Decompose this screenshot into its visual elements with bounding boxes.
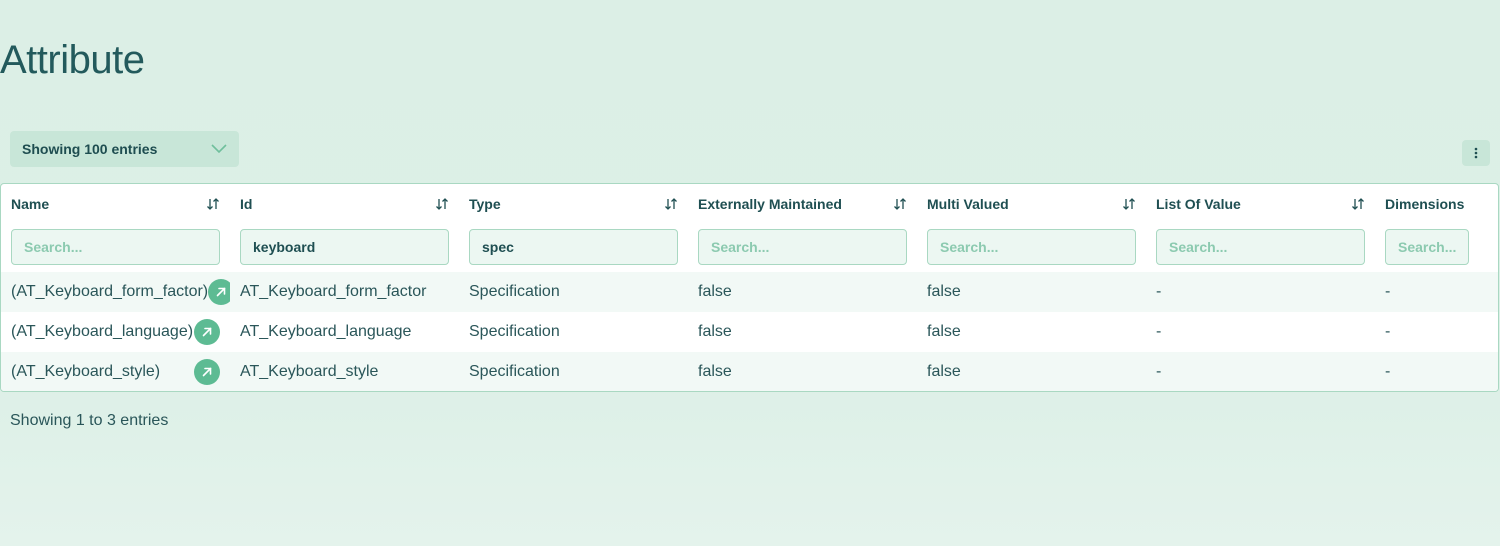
cell-text: AT_Keyboard_style	[240, 363, 379, 380]
table-body: (AT_Keyboard_form_factor) AT_Keyboard_for…	[1, 272, 1498, 391]
filter-cell	[917, 229, 1146, 265]
open-link-icon[interactable]	[194, 319, 220, 345]
cell-name: (AT_Keyboard_language)	[1, 319, 230, 345]
filter-input-type[interactable]	[469, 229, 678, 265]
column-header-label: Type	[469, 196, 501, 212]
table-row[interactable]: (AT_Keyboard_style) AT_Keyboard_style Spec…	[1, 352, 1498, 391]
filter-input-list-of-value[interactable]	[1156, 229, 1365, 265]
sort-icon[interactable]	[435, 197, 449, 211]
column-header-list-of-value[interactable]: List Of Value	[1146, 196, 1375, 212]
cell-type: Specification	[459, 283, 688, 301]
cell-externally-maintained: false	[688, 283, 917, 301]
column-header-label: List Of Value	[1156, 196, 1241, 212]
cell-text: (AT_Keyboard_form_factor)	[11, 283, 209, 300]
page-title: Attribute	[0, 38, 145, 82]
cell-text: (AT_Keyboard_style)	[11, 363, 161, 380]
column-header-dimensions[interactable]: Dimensions	[1375, 196, 1498, 212]
open-link-icon[interactable]	[194, 359, 220, 385]
filter-input-dimensions[interactable]	[1385, 229, 1469, 265]
filter-cell	[1, 229, 230, 265]
cell-text: -	[1385, 283, 1391, 300]
cell-text: AT_Keyboard_form_factor	[240, 283, 427, 300]
cell-list-of-value: -	[1146, 363, 1375, 381]
chevron-down-icon	[211, 141, 227, 157]
cell-list-of-value: -	[1146, 283, 1375, 301]
column-header-id[interactable]: Id	[230, 196, 459, 212]
filter-cell	[459, 229, 688, 265]
column-header-label: Externally Maintained	[698, 196, 842, 212]
filter-input-name[interactable]	[11, 229, 220, 265]
cell-multi-valued: false	[917, 323, 1146, 341]
table-filter-row	[1, 224, 1498, 272]
sort-icon[interactable]	[1122, 197, 1136, 211]
cell-text: false	[698, 323, 732, 340]
cell-dimensions: -	[1375, 283, 1498, 301]
entries-per-page-select[interactable]: Showing 100 entries	[10, 131, 239, 167]
column-header-multi-valued[interactable]: Multi Valued	[917, 196, 1146, 212]
filter-input-multi-valued[interactable]	[927, 229, 1136, 265]
cell-externally-maintained: false	[688, 323, 917, 341]
cell-text: Specification	[469, 323, 560, 340]
cell-text: false	[698, 363, 732, 380]
cell-text: Specification	[469, 283, 560, 300]
sort-icon[interactable]	[664, 197, 678, 211]
cell-name: (AT_Keyboard_style)	[1, 359, 230, 385]
filter-cell	[688, 229, 917, 265]
sort-icon[interactable]	[893, 197, 907, 211]
column-header-label: Name	[11, 196, 50, 212]
column-header-label: Multi Valued	[927, 196, 1009, 212]
cell-text: false	[927, 363, 961, 380]
column-header-externally-maintained[interactable]: Externally Maintained	[688, 196, 917, 212]
cell-multi-valued: false	[917, 283, 1146, 301]
cell-name: (AT_Keyboard_form_factor)	[1, 279, 230, 305]
cell-text: Specification	[469, 363, 560, 380]
column-header-label: Id	[240, 196, 253, 212]
cell-text: -	[1385, 363, 1391, 380]
cell-text: -	[1156, 323, 1162, 340]
filter-input-externally-maintained[interactable]	[698, 229, 907, 265]
filter-cell	[1375, 229, 1498, 265]
more-options-button[interactable]	[1462, 140, 1490, 166]
cell-dimensions: -	[1375, 363, 1498, 381]
entries-select-label: Showing 100 entries	[22, 141, 158, 157]
cell-text: -	[1156, 363, 1162, 380]
cell-text: -	[1385, 323, 1391, 340]
table-row[interactable]: (AT_Keyboard_form_factor) AT_Keyboard_for…	[1, 272, 1498, 312]
table-row[interactable]: (AT_Keyboard_language) AT_Keyboard_langua…	[1, 312, 1498, 352]
cell-multi-valued: false	[917, 363, 1146, 381]
open-link-icon[interactable]	[208, 279, 230, 305]
vertical-dots-icon	[1474, 147, 1478, 159]
column-header-name[interactable]: Name	[1, 196, 230, 212]
table-header-row: Name Id Type Externally Maintained Multi Val…	[1, 184, 1498, 224]
table-info: Showing 1 to 3 entries	[10, 412, 169, 429]
column-header-label: Dimensions	[1385, 196, 1465, 212]
cell-type: Specification	[459, 323, 688, 341]
cell-list-of-value: -	[1146, 323, 1375, 341]
column-header-type[interactable]: Type	[459, 196, 688, 212]
cell-id: AT_Keyboard_language	[230, 323, 459, 341]
cell-id: AT_Keyboard_style	[230, 363, 459, 381]
cell-text: (AT_Keyboard_language)	[11, 323, 194, 340]
cell-id: AT_Keyboard_form_factor	[230, 283, 459, 301]
cell-externally-maintained: false	[688, 363, 917, 381]
filter-input-id[interactable]	[240, 229, 449, 265]
attribute-table: Name Id Type Externally Maintained Multi Val…	[0, 183, 1499, 392]
sort-icon[interactable]	[206, 197, 220, 211]
cell-type: Specification	[459, 363, 688, 381]
cell-text: -	[1156, 283, 1162, 300]
cell-text: AT_Keyboard_language	[240, 323, 412, 340]
sort-icon[interactable]	[1351, 197, 1365, 211]
cell-text: false	[927, 323, 961, 340]
filter-cell	[230, 229, 459, 265]
filter-cell	[1146, 229, 1375, 265]
cell-text: false	[927, 283, 961, 300]
cell-text: false	[698, 283, 732, 300]
cell-dimensions: -	[1375, 323, 1498, 341]
